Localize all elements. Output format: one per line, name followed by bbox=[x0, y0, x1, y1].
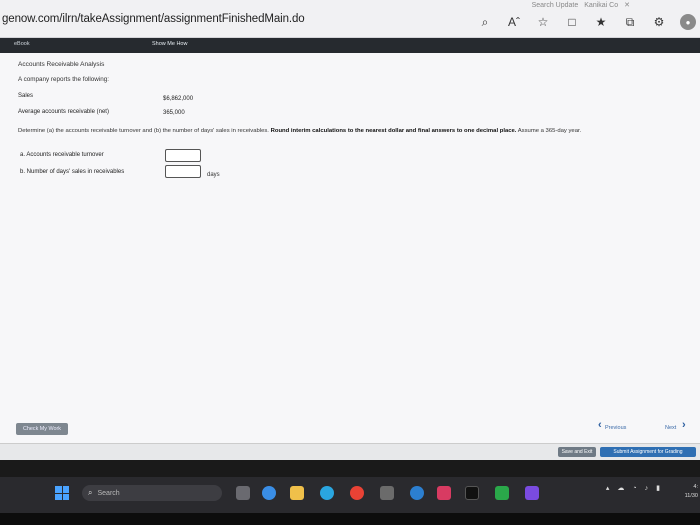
teams-icon[interactable] bbox=[262, 486, 276, 500]
store-icon[interactable] bbox=[380, 486, 394, 500]
ebook-link[interactable]: eBook bbox=[14, 41, 30, 47]
question-b-label: b. Number of days' sales in receivables bbox=[20, 169, 125, 175]
save-bar: Save and Exit Submit Assignment for Grad… bbox=[0, 443, 700, 460]
tab-title[interactable]: Search Update bbox=[532, 2, 579, 9]
media-icon[interactable] bbox=[437, 486, 451, 500]
avg-receivable-label: Average accounts receivable (net) bbox=[18, 109, 109, 115]
problem-title: Accounts Receivable Analysis bbox=[18, 61, 105, 68]
next-button[interactable]: Next bbox=[665, 425, 676, 431]
windows-start-icon[interactable] bbox=[55, 486, 69, 500]
cloud-icon[interactable]: ☁ bbox=[617, 484, 624, 492]
clock[interactable]: 4: 11/30 bbox=[685, 483, 698, 501]
chrome-icon[interactable] bbox=[350, 486, 364, 500]
system-tray: ▴ ☁ ◔ ♪ ▮ bbox=[606, 484, 660, 493]
save-and-exit-button[interactable]: Save and Exit bbox=[558, 447, 596, 457]
file-explorer-icon[interactable] bbox=[290, 486, 304, 500]
search-icon: ⌕ bbox=[88, 488, 93, 497]
spreadsheet-icon[interactable] bbox=[495, 486, 509, 500]
browser-toolbar: Search Update Kanikai Co ✕ genow.com/ilr… bbox=[0, 0, 700, 38]
browser-actions: ⌕ Aˆ ☆ □ ★ ⧉ ⚙ ● bbox=[477, 14, 696, 30]
task-view-icon[interactable] bbox=[236, 486, 250, 500]
assignment-header: eBook Show Me How bbox=[0, 38, 700, 53]
sales-label: Sales bbox=[18, 93, 34, 99]
wifi-icon[interactable]: ◔ bbox=[632, 485, 636, 492]
chevron-up-icon[interactable]: ▴ bbox=[606, 484, 610, 492]
read-aloud-icon[interactable]: Aˆ bbox=[506, 14, 522, 30]
taskbar-search[interactable]: ⌕ Search bbox=[82, 485, 222, 501]
collections-icon[interactable]: ⧉ bbox=[622, 14, 638, 30]
check-my-work-button[interactable]: Check My Work bbox=[16, 423, 68, 435]
tab-title[interactable]: Kanikai Co bbox=[584, 2, 618, 9]
days-unit: days bbox=[207, 172, 220, 178]
profile-icon[interactable]: ● bbox=[680, 14, 696, 30]
question-a-label: a. Accounts receivable turnover bbox=[20, 152, 104, 158]
instructions-rounding: Round interim calculations to the neares… bbox=[270, 128, 517, 134]
problem-panel: Accounts Receivable Analysis A company r… bbox=[0, 53, 700, 458]
problem-intro: A company reports the following: bbox=[18, 76, 110, 83]
clock-time: 4: bbox=[693, 484, 698, 490]
mail-icon[interactable] bbox=[410, 486, 424, 500]
instructions-assumption: Assume a 365-day year. bbox=[516, 128, 582, 134]
close-tab-icon[interactable]: ✕ bbox=[624, 1, 630, 9]
extensions-icon[interactable]: ⚙ bbox=[651, 14, 667, 30]
tiktok-icon[interactable] bbox=[465, 486, 479, 500]
edge-icon[interactable] bbox=[320, 486, 334, 500]
question-b-input[interactable] bbox=[165, 165, 201, 178]
question-a-input[interactable] bbox=[165, 149, 201, 162]
instructions: Determine (a) the accounts receivable tu… bbox=[18, 126, 688, 137]
address-bar[interactable]: genow.com/ilrn/takeAssignment/assignment… bbox=[2, 13, 305, 25]
taskbar-search-placeholder: Search bbox=[97, 489, 120, 497]
sales-value: $6,862,000 bbox=[163, 96, 194, 102]
submit-assignment-button[interactable]: Submit Assignment for Grading bbox=[600, 447, 696, 457]
taskbar: ⌕ Search ▴ ☁ ◔ ♪ ▮ 4: 11/30 bbox=[0, 477, 700, 513]
zoom-icon[interactable]: ⌕ bbox=[477, 14, 493, 30]
tab-strip: Search Update Kanikai Co ✕ bbox=[532, 0, 630, 10]
instructions-text: Determine (a) the accounts receivable tu… bbox=[18, 128, 271, 134]
screen-bezel bbox=[0, 513, 700, 525]
previous-chevron-icon[interactable]: ‹ bbox=[598, 419, 602, 431]
next-chevron-icon[interactable]: › bbox=[682, 419, 686, 431]
messenger-icon[interactable] bbox=[525, 486, 539, 500]
previous-button[interactable]: Previous bbox=[605, 425, 626, 431]
volume-icon[interactable]: ♪ bbox=[645, 485, 649, 492]
clock-date: 11/30 bbox=[684, 493, 698, 499]
split-screen-icon[interactable]: □ bbox=[564, 14, 580, 30]
avg-receivable-value: 365,000 bbox=[163, 110, 185, 116]
battery-icon[interactable]: ▮ bbox=[656, 484, 660, 492]
show-me-how-link[interactable]: Show Me How bbox=[152, 41, 187, 47]
favorite-icon[interactable]: ☆ bbox=[535, 14, 551, 30]
favorites-icon[interactable]: ★ bbox=[593, 14, 609, 30]
